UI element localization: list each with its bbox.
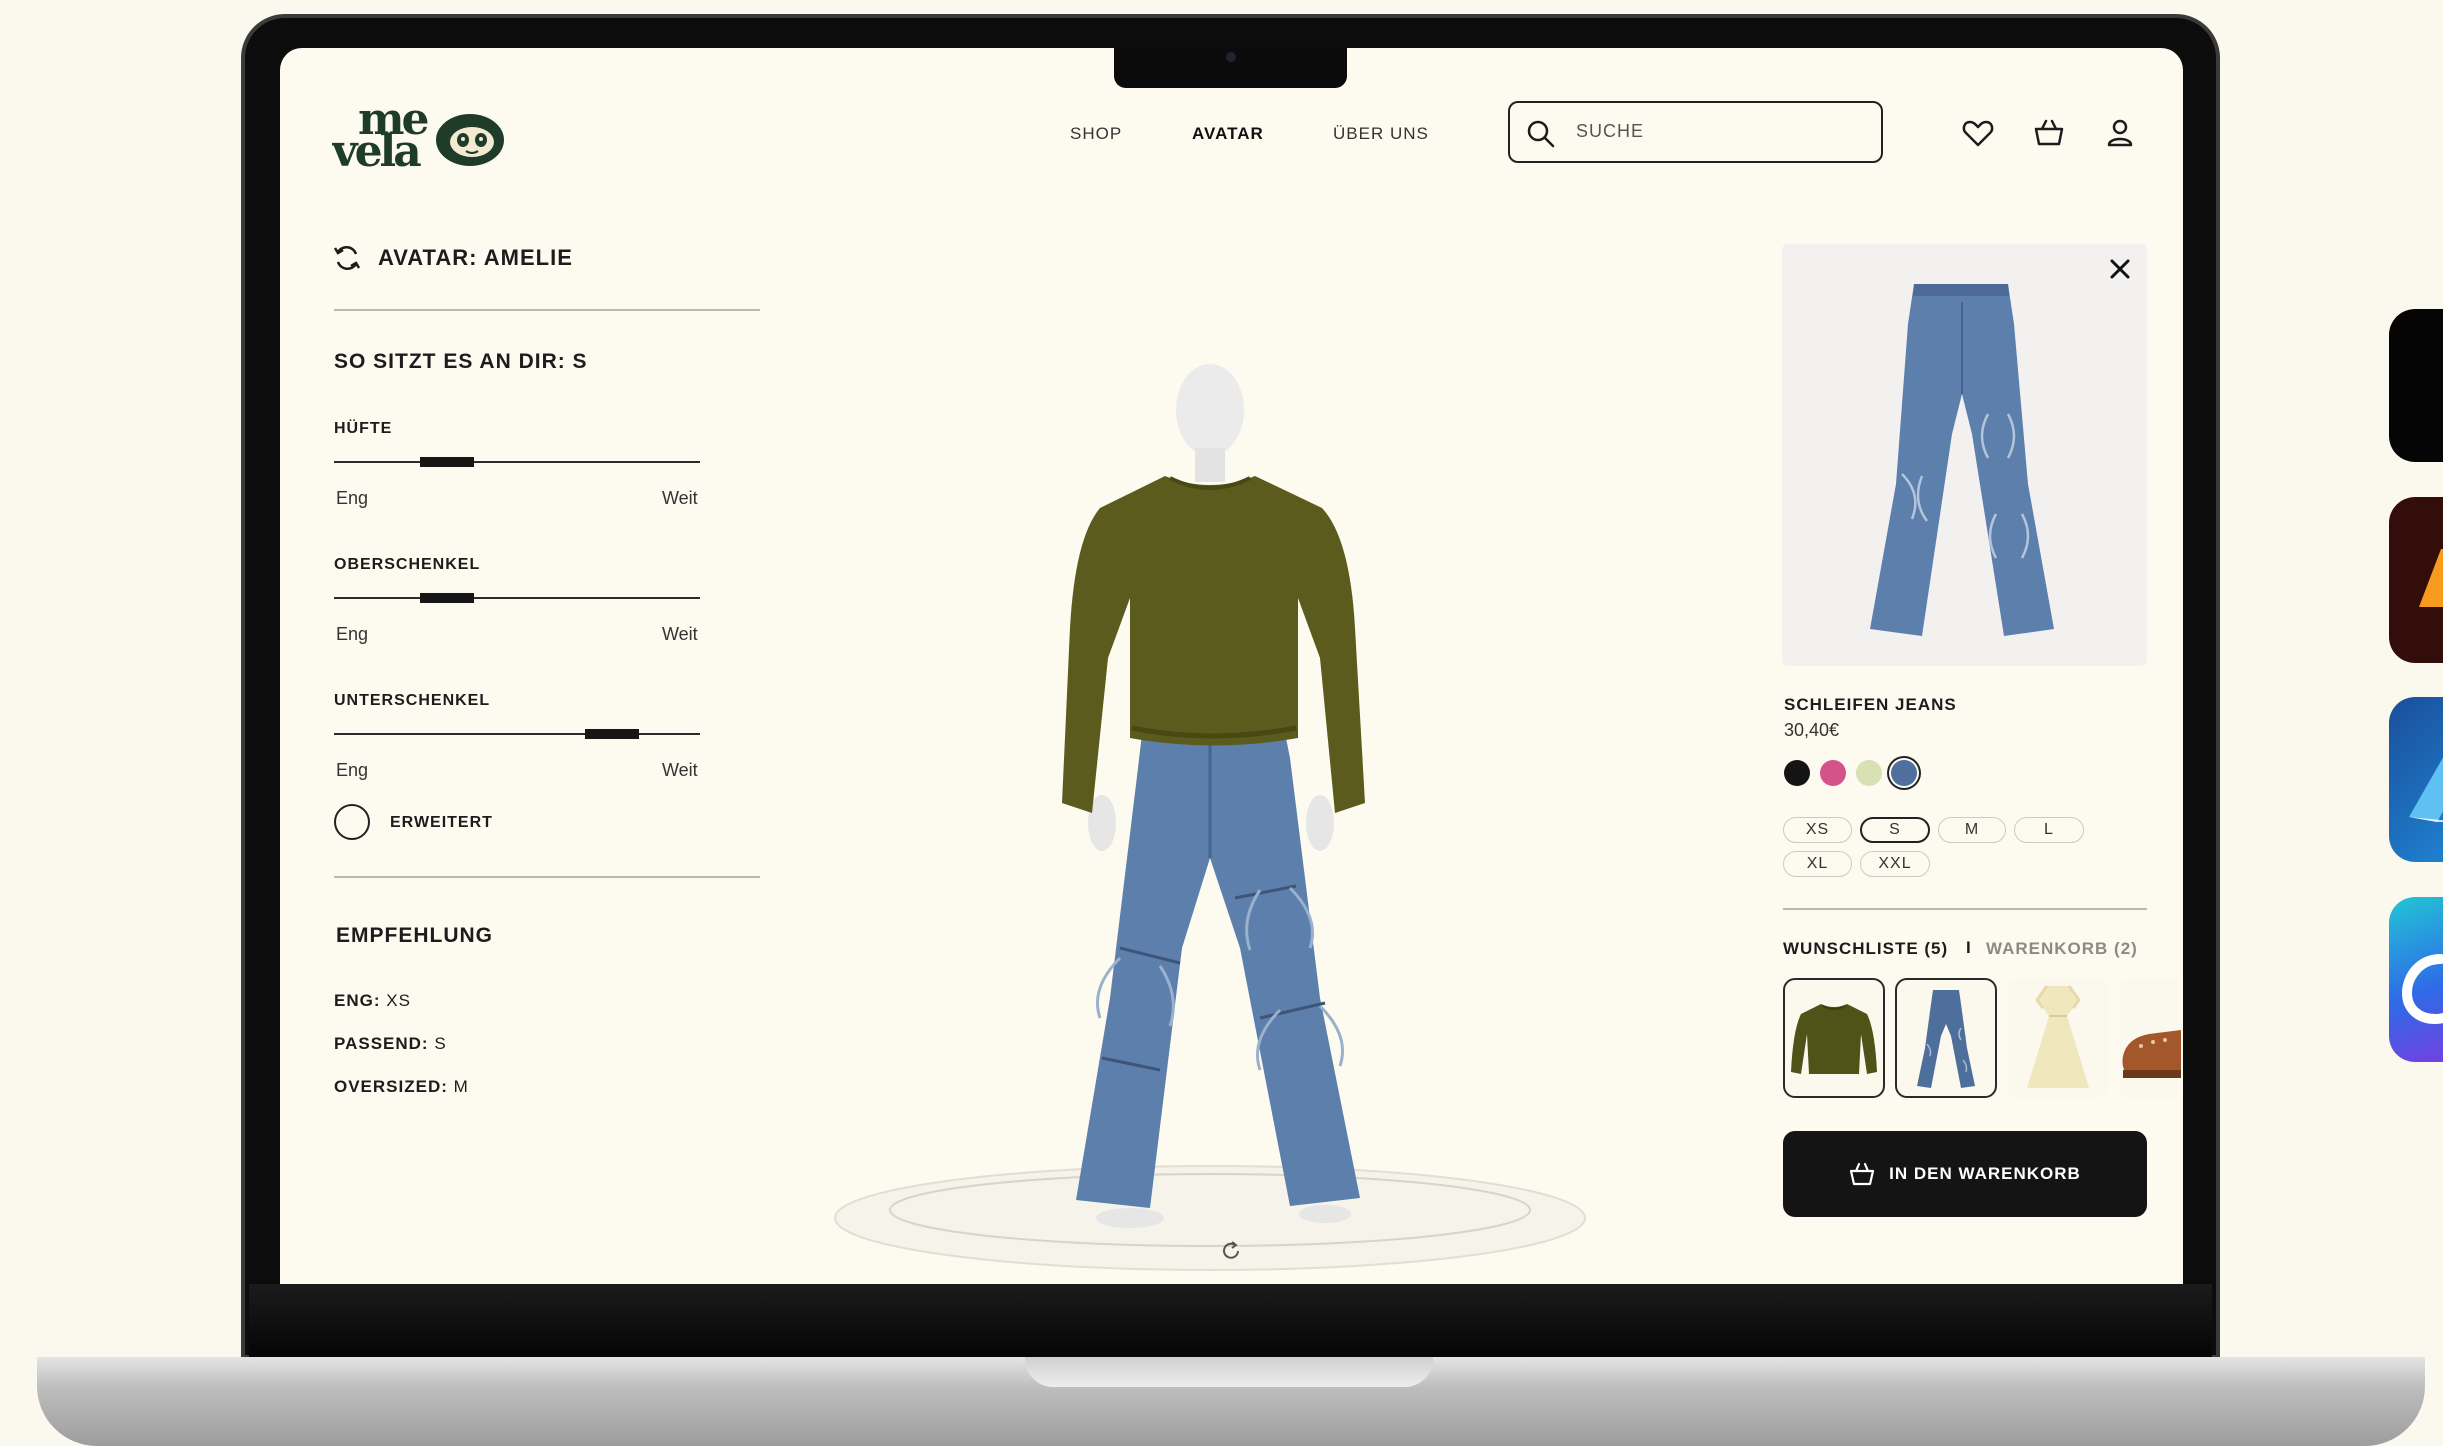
slider-label-hips: HÜFTE	[334, 420, 393, 437]
size-xs[interactable]: XS	[1783, 817, 1852, 843]
slider-hips-max-label: Weit	[662, 488, 698, 508]
refresh-icon	[333, 245, 361, 271]
tab-separator: I	[1966, 938, 1971, 957]
size-m[interactable]: M	[1938, 817, 2006, 843]
slider-calf-max-label: Weit	[662, 760, 698, 780]
laptop-screen: me vela SHOP AVATAR ÜBER UNS SUCHE AVATA…	[280, 48, 2183, 1284]
slider-thigh-thumb[interactable]	[420, 593, 474, 603]
wishlist-item-dress[interactable]	[2007, 978, 2109, 1098]
sloth-logo-icon: me vela	[331, 94, 504, 177]
slider-calf[interactable]	[334, 729, 700, 739]
jeans-icon	[1917, 990, 1975, 1088]
avatar-3d-view[interactable]	[820, 298, 1600, 1284]
slider-hips[interactable]	[334, 457, 700, 467]
mannequin-head	[1176, 364, 1244, 482]
jeans-garment	[1076, 708, 1360, 1228]
slider-thigh[interactable]	[334, 593, 700, 603]
dock-app-icon-3[interactable]	[2389, 697, 2443, 862]
size-l[interactable]: L	[2014, 817, 2084, 843]
color-swatch-blue[interactable]	[1891, 760, 1917, 786]
close-icon[interactable]	[2105, 254, 2135, 284]
wishlist-item-shoe[interactable]	[2119, 978, 2181, 1098]
fit-title: SO SITZT ES AN DIR: S	[334, 350, 588, 373]
dock-app-icon-4[interactable]	[2389, 897, 2443, 1062]
slider-label-calf: UNTERSCHENKEL	[334, 692, 491, 709]
search-input[interactable]	[1576, 121, 1856, 142]
slider-thigh-max-label: Weit	[662, 624, 698, 644]
camera-lens	[1226, 52, 1236, 62]
dress-icon	[2027, 985, 2089, 1088]
add-to-cart-button[interactable]: IN DEN WARENKORB	[1783, 1131, 2147, 1217]
search-box[interactable]	[1508, 101, 1883, 163]
tab-cart[interactable]: WARENKORB (2)	[1986, 939, 2138, 959]
brand-logo[interactable]: me vela	[331, 94, 507, 177]
slider-label-thigh: OBERSCHENKEL	[334, 556, 481, 573]
divider	[1783, 908, 2147, 910]
product-name: SCHLEIFEN JEANS	[1784, 695, 1957, 714]
wishlist-item-sweater[interactable]	[1783, 978, 1885, 1098]
color-swatch-pink[interactable]	[1820, 760, 1846, 786]
slider-calf-min-label: Eng	[336, 760, 369, 780]
laptop-base-notch	[1025, 1357, 1433, 1387]
product-price: 30,40€	[1784, 720, 1840, 740]
rotate-icon[interactable]	[1220, 1240, 1242, 1262]
svg-text:vela: vela	[332, 126, 421, 170]
tab-wishlist[interactable]: WUNSCHLISTE (5)	[1783, 939, 1948, 959]
color-swatch-sage[interactable]	[1856, 760, 1882, 786]
size-xxl[interactable]: XXL	[1860, 851, 1930, 877]
advanced-radio[interactable]	[334, 804, 370, 840]
basket-icon[interactable]	[2032, 116, 2066, 150]
product-image[interactable]	[1782, 244, 2147, 666]
wishlist-item-jeans[interactable]	[1895, 978, 1997, 1098]
avatar-title: AVATAR: AMELIE	[378, 245, 573, 270]
recommendation-fit: PASSEND: S	[334, 1034, 447, 1053]
user-icon[interactable]	[2103, 116, 2137, 150]
recommendation-tight: ENG: XS	[334, 991, 411, 1010]
jeans-icon	[1870, 284, 2054, 636]
dock-app-icon-1[interactable]	[2389, 309, 2443, 462]
dock-app-icon-2[interactable]	[2389, 497, 2443, 663]
shoe-icon	[2122, 1030, 2181, 1078]
nav-avatar[interactable]: AVATAR	[1192, 124, 1264, 144]
basket-icon	[1850, 1162, 1875, 1186]
recommendation-title: EMPFEHLUNG	[336, 924, 493, 947]
divider	[334, 876, 760, 878]
slider-hips-min-label: Eng	[336, 488, 369, 508]
color-swatch-black[interactable]	[1784, 760, 1810, 786]
size-s[interactable]: S	[1860, 817, 1930, 843]
laptop-chin	[249, 1284, 2212, 1359]
heart-icon[interactable]	[1961, 116, 1995, 150]
search-icon	[1527, 120, 1555, 148]
slider-hips-thumb[interactable]	[420, 457, 474, 467]
slider-thigh-min-label: Eng	[336, 624, 369, 644]
sweater-icon	[1791, 1004, 1877, 1074]
add-to-cart-label: IN DEN WARENKORB	[1889, 1164, 2081, 1183]
advanced-label: ERWEITERT	[390, 814, 493, 831]
slider-calf-thumb[interactable]	[585, 729, 639, 739]
nav-about-us[interactable]: ÜBER UNS	[1333, 124, 1429, 144]
recommendation-oversized: OVERSIZED: M	[334, 1077, 469, 1096]
avatar-selector[interactable]: AVATAR: AMELIE	[332, 241, 573, 275]
size-xl[interactable]: XL	[1783, 851, 1852, 877]
divider	[334, 309, 760, 311]
nav-shop[interactable]: SHOP	[1070, 124, 1122, 144]
